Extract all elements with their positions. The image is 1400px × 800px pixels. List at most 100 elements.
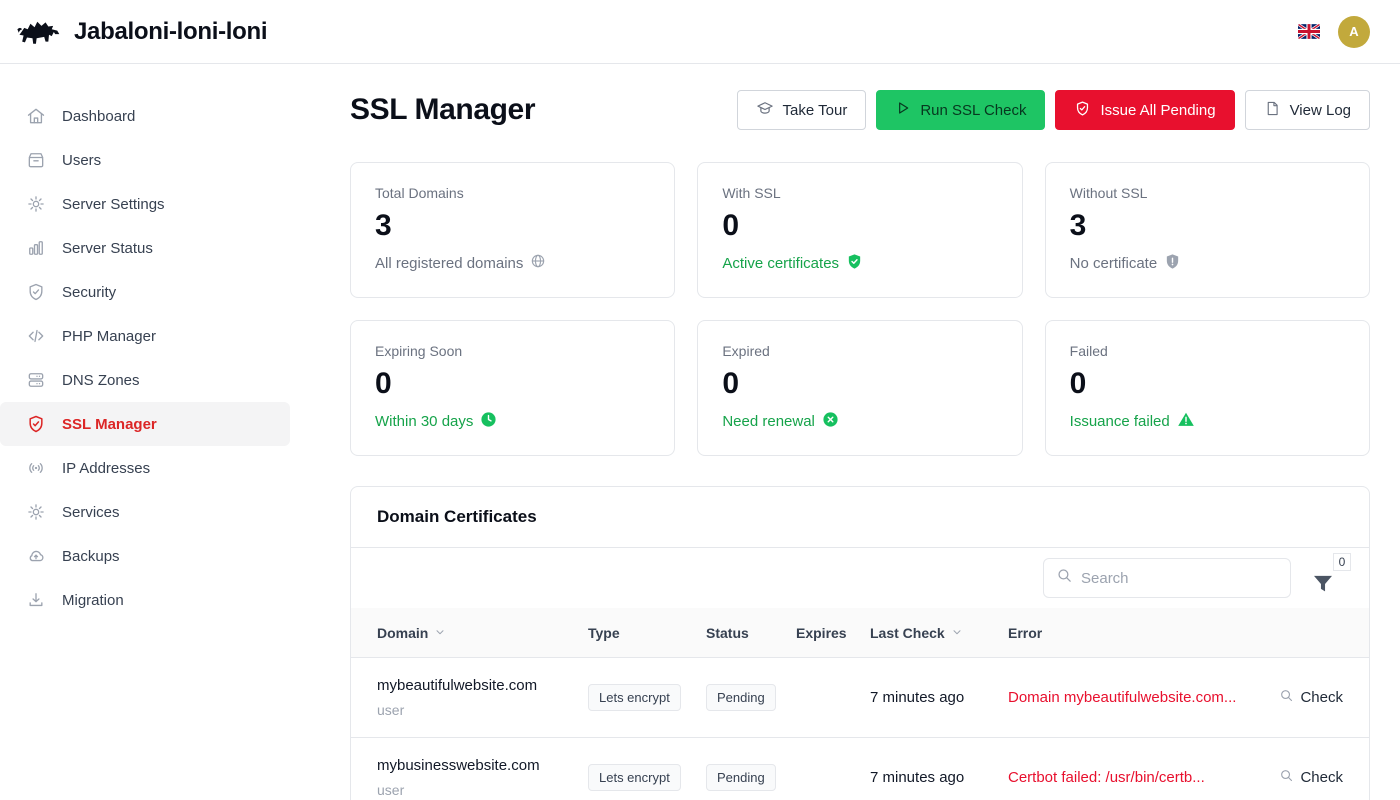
- column-type: Type: [588, 625, 706, 641]
- shield-exclamation-icon: [1164, 253, 1181, 274]
- status-badge: Pending: [706, 764, 776, 791]
- play-icon: [895, 100, 911, 120]
- last-check-cell: 7 minutes ago: [870, 769, 1008, 786]
- stat-card-without-ssl: Without SSL 3 No certificate: [1045, 162, 1370, 298]
- error-cell: Domain mybeautifulwebsite.com...: [1008, 689, 1255, 706]
- sidebar-item-server-settings[interactable]: Server Settings: [0, 182, 290, 226]
- domain-cell: mybeautifulwebsite.com user: [377, 677, 588, 718]
- view-log-button[interactable]: View Log: [1245, 90, 1370, 130]
- home-icon: [26, 106, 46, 126]
- shield-check-icon: [846, 253, 863, 274]
- domain-user: user: [377, 782, 588, 798]
- page-title: SSL Manager: [350, 93, 535, 127]
- filter-count-badge: 0: [1333, 553, 1351, 571]
- gear-icon: [26, 194, 46, 214]
- table-row: mybeautifulwebsite.com user Lets encrypt…: [351, 658, 1369, 738]
- globe-icon: [530, 253, 546, 273]
- cloud-upload-icon: [26, 546, 46, 566]
- sidebar-item-label: Server Status: [62, 240, 153, 257]
- stat-card-with-ssl: With SSL 0 Active certificates: [697, 162, 1022, 298]
- shield-check-icon: [26, 414, 46, 434]
- search-icon: [1279, 688, 1294, 707]
- table-header: Domain Type Status Expires Last Check Er…: [351, 608, 1369, 658]
- column-last-check[interactable]: Last Check: [870, 625, 1008, 641]
- sidebar-item-label: IP Addresses: [62, 460, 150, 477]
- type-badge: Lets encrypt: [588, 764, 681, 791]
- broadcast-icon: [26, 458, 46, 478]
- language-flag-icon[interactable]: [1298, 24, 1320, 39]
- archive-box-icon: [26, 150, 46, 170]
- search-input[interactable]: [1081, 570, 1280, 587]
- sidebar-item-php-manager[interactable]: PHP Manager: [0, 314, 290, 358]
- status-cell: Pending: [706, 764, 796, 791]
- stats-grid: Total Domains 3 All registered domains W…: [350, 162, 1370, 456]
- code-icon: [26, 326, 46, 346]
- domain-cell: mybusinesswebsite.com user: [377, 757, 588, 798]
- sidebar-item-ssl-manager[interactable]: SSL Manager: [0, 402, 290, 446]
- issue-all-pending-button[interactable]: Issue All Pending: [1055, 90, 1234, 130]
- error-cell: Certbot failed: /usr/bin/certb...: [1008, 769, 1255, 786]
- topbar: Jabaloni-loni-loni A: [0, 0, 1400, 64]
- shield-check-icon: [1074, 100, 1091, 121]
- gear-icon: [26, 502, 46, 522]
- app-title: Jabaloni-loni-loni: [74, 18, 267, 46]
- table-row: mybusinesswebsite.com user Lets encrypt …: [351, 738, 1369, 800]
- sidebar-item-label: PHP Manager: [62, 328, 156, 345]
- stat-card-total-domains: Total Domains 3 All registered domains: [350, 162, 675, 298]
- column-error: Error: [1008, 625, 1255, 641]
- column-status: Status: [706, 625, 796, 641]
- x-circle-icon: [822, 411, 839, 432]
- type-cell: Lets encrypt: [588, 764, 706, 791]
- check-button[interactable]: Check: [1255, 688, 1343, 707]
- domain-name: mybusinesswebsite.com: [377, 757, 588, 774]
- check-button[interactable]: Check: [1255, 768, 1343, 787]
- domain-user: user: [377, 702, 588, 718]
- bar-chart-icon: [26, 238, 46, 258]
- sidebar-item-users[interactable]: Users: [0, 138, 290, 182]
- panel-title: Domain Certificates: [377, 507, 1343, 527]
- sidebar-item-migration[interactable]: Migration: [0, 578, 290, 622]
- sidebar-item-label: Backups: [62, 548, 120, 565]
- main-content: SSL Manager Take Tour Run SSL Check Issu…: [304, 64, 1400, 800]
- graduation-cap-icon: [756, 99, 774, 121]
- sidebar-item-label: Dashboard: [62, 108, 135, 125]
- sidebar-item-backups[interactable]: Backups: [0, 534, 290, 578]
- status-badge: Pending: [706, 684, 776, 711]
- warning-triangle-icon: [1177, 411, 1195, 432]
- download-icon: [26, 590, 46, 610]
- sidebar-item-label: Users: [62, 152, 101, 169]
- filter-button[interactable]: 0: [1313, 561, 1339, 595]
- column-expires: Expires: [796, 625, 870, 641]
- shield-check-icon: [26, 282, 46, 302]
- sidebar-item-dns-zones[interactable]: DNS Zones: [0, 358, 290, 402]
- sidebar-item-server-status[interactable]: Server Status: [0, 226, 290, 270]
- server-stack-icon: [26, 370, 46, 390]
- sidebar-item-services[interactable]: Services: [0, 490, 290, 534]
- status-cell: Pending: [706, 684, 796, 711]
- boar-logo-icon: [16, 14, 64, 50]
- type-badge: Lets encrypt: [588, 684, 681, 711]
- stat-card-expiring-soon: Expiring Soon 0 Within 30 days: [350, 320, 675, 456]
- sidebar-item-label: Migration: [62, 592, 124, 609]
- domain-certificates-panel: Domain Certificates 0 Domain Type Sta: [350, 486, 1370, 800]
- page-actions: Take Tour Run SSL Check Issue All Pendin…: [737, 90, 1370, 130]
- take-tour-button[interactable]: Take Tour: [737, 90, 867, 130]
- search-box: [1043, 558, 1291, 598]
- sidebar-item-ip-addresses[interactable]: IP Addresses: [0, 446, 290, 490]
- sidebar-item-label: DNS Zones: [62, 372, 140, 389]
- user-avatar[interactable]: A: [1338, 16, 1370, 48]
- search-icon: [1279, 768, 1294, 787]
- sidebar-item-label: Services: [62, 504, 120, 521]
- sidebar-item-label: SSL Manager: [62, 416, 157, 433]
- column-domain[interactable]: Domain: [377, 625, 588, 641]
- sidebar-item-dashboard[interactable]: Dashboard: [0, 94, 290, 138]
- search-icon: [1056, 567, 1073, 589]
- run-ssl-check-button[interactable]: Run SSL Check: [876, 90, 1045, 130]
- sidebar-item-label: Security: [62, 284, 116, 301]
- filter-funnel-icon: [1313, 575, 1333, 593]
- sidebar-item-label: Server Settings: [62, 196, 165, 213]
- brand[interactable]: Jabaloni-loni-loni: [16, 14, 267, 50]
- sidebar: Dashboard Users Server Settings Server S…: [0, 64, 304, 800]
- stat-card-expired: Expired 0 Need renewal: [697, 320, 1022, 456]
- sidebar-item-security[interactable]: Security: [0, 270, 290, 314]
